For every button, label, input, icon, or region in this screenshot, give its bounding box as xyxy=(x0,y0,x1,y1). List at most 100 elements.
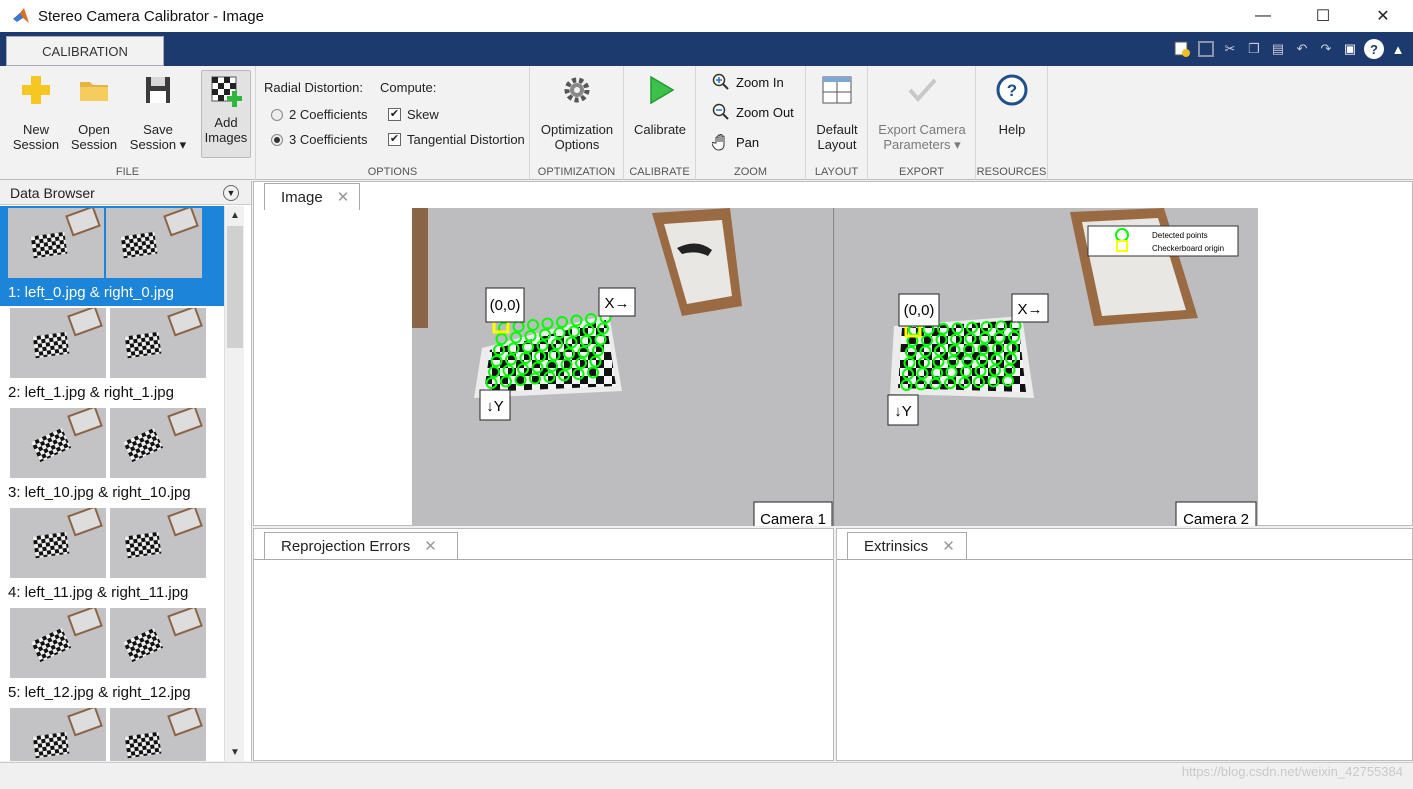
list-item[interactable]: 2: left_1.jpg & right_1.jpg xyxy=(0,306,224,406)
left-image-thumbnail xyxy=(10,308,106,378)
list-item-label: 2: left_1.jpg & right_1.jpg xyxy=(8,384,174,401)
zoom-out-button[interactable]: Zoom Out xyxy=(712,103,794,121)
redo-icon[interactable]: ↷ xyxy=(1315,38,1337,60)
x-axis-label-2: X→ xyxy=(1017,301,1042,318)
close-icon[interactable]: ✕ xyxy=(424,537,437,555)
export-group-label: EXPORT xyxy=(898,166,945,178)
optimization-options-button[interactable]: Optimization Options xyxy=(536,70,618,152)
window-title-bar: Stereo Camera Calibrator - Image — ☐ ✕ xyxy=(0,0,1413,32)
radio-off-icon xyxy=(271,108,283,121)
skew-checkbox[interactable]: ✔ Skew xyxy=(388,107,439,122)
radial-distortion-label: Radial Distortion: xyxy=(264,80,363,95)
right-image-thumbnail xyxy=(110,608,206,678)
left-image-thumbnail xyxy=(10,408,106,478)
close-icon[interactable]: ✕ xyxy=(942,537,955,555)
export-group: Export Camera Parameters ▾ EXPORT xyxy=(868,66,976,180)
new-session-button[interactable]: New Session xyxy=(8,70,64,152)
chevron-down-icon[interactable]: ▼ xyxy=(223,185,239,201)
scrollbar-thumb[interactable] xyxy=(227,226,243,348)
switch-windows-icon[interactable]: ▣ xyxy=(1339,38,1361,60)
paste-icon[interactable]: ▤ xyxy=(1267,38,1289,60)
tab-extrinsics[interactable]: Extrinsics ✕ xyxy=(847,532,967,559)
legend-checkerboard-origin: Checkerboard origin xyxy=(1152,244,1224,253)
legend: Detected points Checkerboard origin xyxy=(1087,225,1239,257)
gear-icon xyxy=(564,77,590,103)
pan-button[interactable]: Pan xyxy=(712,133,759,151)
left-image-thumbnail xyxy=(10,708,106,761)
calibrate-group-label: CALIBRATE xyxy=(629,166,690,178)
list-item[interactable]: 4: left_11.jpg & right_11.jpg xyxy=(0,506,224,606)
right-image-thumbnail xyxy=(106,208,202,278)
open-session-button[interactable]: Open Session xyxy=(66,70,122,152)
resources-group-label: RESOURCES xyxy=(976,166,1047,178)
tangential-distortion-checkbox[interactable]: ✔ Tangential Distortion xyxy=(388,132,525,147)
list-item[interactable]: 1: left_0.jpg & right_0.jpg xyxy=(0,206,224,306)
add-images-icon xyxy=(211,76,242,107)
default-layout-button[interactable]: Default Layout xyxy=(810,70,864,152)
scroll-up-icon[interactable]: ▲ xyxy=(225,206,245,224)
zoom-in-button[interactable]: Zoom In xyxy=(712,73,784,91)
list-item[interactable] xyxy=(0,706,224,761)
undo-icon[interactable]: ↶ xyxy=(1291,38,1313,60)
resources-group: ? Help RESOURCES xyxy=(976,66,1048,180)
close-window-button[interactable]: ✕ xyxy=(1353,0,1413,32)
left-image-thumbnail xyxy=(8,208,104,278)
scroll-down-icon[interactable]: ▼ xyxy=(225,743,245,761)
radio-2-coefficients[interactable]: 2 Coefficients xyxy=(271,107,368,122)
y-axis-label-1: ↓Y xyxy=(486,398,504,415)
optimization-group-label: OPTIMIZATION xyxy=(537,166,616,178)
camera-1-label: Camera 1 xyxy=(760,511,826,526)
help-icon: ? xyxy=(996,74,1028,106)
ribbon-toolstrip: New Session Open Session Save Session ▾ … xyxy=(0,66,1413,180)
close-icon[interactable]: ✕ xyxy=(337,188,350,206)
add-figure-icon[interactable] xyxy=(1171,38,1193,60)
list-item-label: 3: left_10.jpg & right_10.jpg xyxy=(8,484,191,501)
options-group-label: OPTIONS xyxy=(367,166,418,178)
radio-3-coefficients[interactable]: 3 Coefficients xyxy=(271,132,368,147)
matlab-logo-icon xyxy=(13,8,29,23)
layout-group-label: LAYOUT xyxy=(814,166,859,178)
export-camera-parameters-button[interactable]: Export Camera Parameters ▾ xyxy=(872,70,972,152)
zoom-in-icon xyxy=(712,73,729,90)
stereo-image-display[interactable]: (0,0) X→ ↓Y Camera 1 (0,0) X→ ↓Y Camera … xyxy=(412,208,1258,526)
right-image-thumbnail xyxy=(110,708,206,761)
cut-icon[interactable]: ✂ xyxy=(1219,38,1241,60)
hand-icon xyxy=(712,134,725,151)
add-images-button[interactable]: Add Images xyxy=(201,70,251,158)
save-icon[interactable] xyxy=(1195,38,1217,60)
collapse-ribbon-icon[interactable]: ▲ xyxy=(1387,38,1409,60)
data-browser-title: Data Browser xyxy=(10,184,95,201)
camera-2-label: Camera 2 xyxy=(1183,511,1249,526)
data-browser-header: Data Browser ▼ xyxy=(0,181,251,205)
extrinsics-panel: Extrinsics ✕ xyxy=(836,528,1413,761)
right-image-thumbnail xyxy=(110,508,206,578)
radio-on-icon xyxy=(271,133,283,146)
tab-reprojection-errors[interactable]: Reprojection Errors ✕ xyxy=(264,532,458,559)
new-session-icon xyxy=(22,76,50,104)
list-item[interactable]: 5: left_12.jpg & right_12.jpg xyxy=(0,606,224,706)
calibrate-button[interactable]: Calibrate xyxy=(630,70,690,137)
right-image-thumbnail xyxy=(110,308,206,378)
save-session-button[interactable]: Save Session ▾ xyxy=(124,70,192,152)
data-browser-scrollbar[interactable]: ▲ ▼ xyxy=(224,206,244,761)
minimize-button[interactable]: — xyxy=(1233,0,1293,32)
list-item-label: 1: left_0.jpg & right_0.jpg xyxy=(8,284,174,301)
quick-access-toolbar: ✂ ❐ ▤ ↶ ↷ ▣ ? ▲ xyxy=(1171,36,1413,62)
reprojection-errors-plot-area xyxy=(254,559,833,760)
left-image-thumbnail xyxy=(10,608,106,678)
help-button[interactable]: ? Help xyxy=(982,70,1042,137)
layout-icon xyxy=(822,76,852,104)
left-image-thumbnail xyxy=(10,508,106,578)
image-panel: Image ✕ (0,0) X→ ↓Y Camera 1 (0,0) X→ ↓Y… xyxy=(253,181,1413,526)
maximize-button[interactable]: ☐ xyxy=(1293,0,1353,32)
play-icon xyxy=(650,75,675,105)
list-item[interactable]: 3: left_10.jpg & right_10.jpg xyxy=(0,406,224,506)
tab-calibration[interactable]: CALIBRATION xyxy=(6,36,164,66)
tab-image[interactable]: Image ✕ xyxy=(264,183,360,210)
watermark: https://blog.csdn.net/weixin_42755384 xyxy=(1181,764,1403,779)
calibrate-group: Calibrate CALIBRATE xyxy=(624,66,696,180)
help-icon[interactable]: ? xyxy=(1363,38,1385,60)
copy-icon[interactable]: ❐ xyxy=(1243,38,1265,60)
image-pair-list[interactable]: 1: left_0.jpg & right_0.jpg 2: left_1.jpg… xyxy=(0,206,224,761)
y-axis-label-2: ↓Y xyxy=(894,403,912,420)
